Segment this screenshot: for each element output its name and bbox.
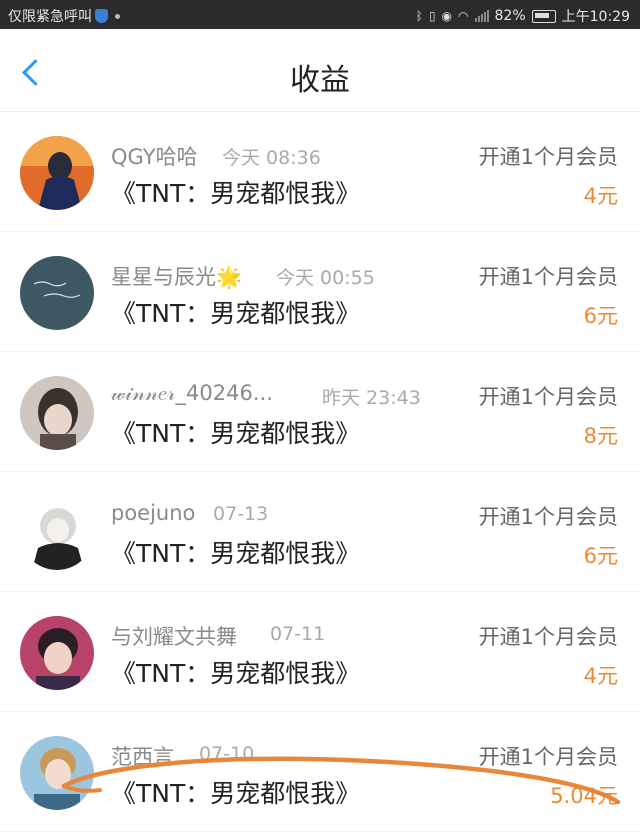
avatar[interactable]	[20, 736, 94, 810]
earning-amount: 8元	[583, 424, 618, 448]
purchase-action: 开通1个月会员	[478, 505, 618, 529]
status-bar-left: 仅限紧急呼叫	[8, 6, 120, 26]
list-item[interactable]: poejuno 07-13 开通1个月会员 《TNT：男宠都恨我》 6元	[0, 472, 640, 592]
earnings-list: QGY哈哈 今天 08:36 开通1个月会员 《TNT：男宠都恨我》 4元 星星…	[0, 112, 640, 832]
security-shield-icon	[95, 9, 108, 23]
timestamp: 昨天 23:43	[322, 387, 421, 409]
eye-comfort-icon: ◉	[441, 9, 453, 23]
battery-icon	[531, 9, 556, 23]
purchase-action: 开通1个月会员	[478, 265, 618, 289]
user-name: 与刘耀文共舞	[111, 625, 237, 649]
list-item[interactable]: QGY哈哈 今天 08:36 开通1个月会员 《TNT：男宠都恨我》 4元	[0, 112, 640, 232]
status-bar: 仅限紧急呼叫 ᛒ ▯ ◉ ◠ 82% 上午10:29	[0, 0, 640, 29]
purchase-action: 开通1个月会员	[478, 745, 618, 769]
purchase-action: 开通1个月会员	[478, 625, 618, 649]
book-title: 《TNT：男宠都恨我》	[111, 539, 361, 568]
page-title: 收益	[290, 63, 350, 98]
signal-icon	[474, 10, 489, 22]
bluetooth-icon: ᛒ	[415, 9, 423, 23]
status-bar-right: ᛒ ▯ ◉ ◠ 82% 上午10:29	[416, 6, 630, 26]
battery-percent: 82%	[494, 8, 526, 24]
book-title: 《TNT：男宠都恨我》	[111, 659, 361, 688]
timestamp: 07-13	[213, 503, 269, 525]
book-title: 《TNT：男宠都恨我》	[111, 179, 361, 208]
user-name: poejuno	[111, 501, 196, 525]
list-item[interactable]: 𝓌𝒾𝓃𝓃𝑒𝓇_40246... 昨天 23:43 开通1个月会员 《TNT：男宠…	[0, 352, 640, 472]
book-title: 《TNT：男宠都恨我》	[111, 779, 361, 808]
user-name: 范西言	[111, 745, 174, 769]
book-title: 《TNT：男宠都恨我》	[111, 419, 361, 448]
avatar[interactable]	[20, 136, 94, 210]
earning-amount: 4元	[583, 184, 618, 208]
list-item[interactable]: 与刘耀文共舞 07-11 开通1个月会员 《TNT：男宠都恨我》 4元	[0, 592, 640, 712]
user-name: QGY哈哈	[111, 145, 198, 169]
timestamp: 今天 08:36	[222, 147, 321, 169]
clock: 上午10:29	[561, 9, 630, 25]
avatar[interactable]	[20, 496, 94, 570]
list-item[interactable]: 星星与辰光🌟 今天 00:55 开通1个月会员 《TNT：男宠都恨我》 6元	[0, 232, 640, 352]
vibrate-icon: ▯	[428, 9, 436, 23]
earning-amount: 6元	[583, 544, 618, 568]
timestamp: 07-11	[270, 623, 326, 645]
wifi-icon: ◠	[458, 9, 469, 23]
earning-amount: 4元	[583, 664, 618, 688]
page-header: 收益	[0, 29, 640, 112]
earning-amount: 5.04元	[550, 784, 618, 808]
notification-dot-icon	[115, 13, 120, 19]
avatar[interactable]	[20, 616, 94, 690]
timestamp: 07-10	[199, 743, 255, 765]
user-name: 𝓌𝒾𝓃𝓃𝑒𝓇_40246...	[111, 381, 273, 405]
purchase-action: 开通1个月会员	[478, 385, 618, 409]
list-item[interactable]: 范西言 07-10 开通1个月会员 《TNT：男宠都恨我》 5.04元	[0, 712, 640, 832]
avatar[interactable]	[20, 256, 94, 330]
avatar[interactable]	[20, 376, 94, 450]
purchase-action: 开通1个月会员	[478, 145, 618, 169]
book-title: 《TNT：男宠都恨我》	[111, 299, 361, 328]
carrier-text: 仅限紧急呼叫	[8, 9, 92, 25]
user-name: 星星与辰光🌟	[111, 265, 243, 289]
earning-amount: 6元	[583, 304, 618, 328]
timestamp: 今天 00:55	[276, 267, 375, 289]
